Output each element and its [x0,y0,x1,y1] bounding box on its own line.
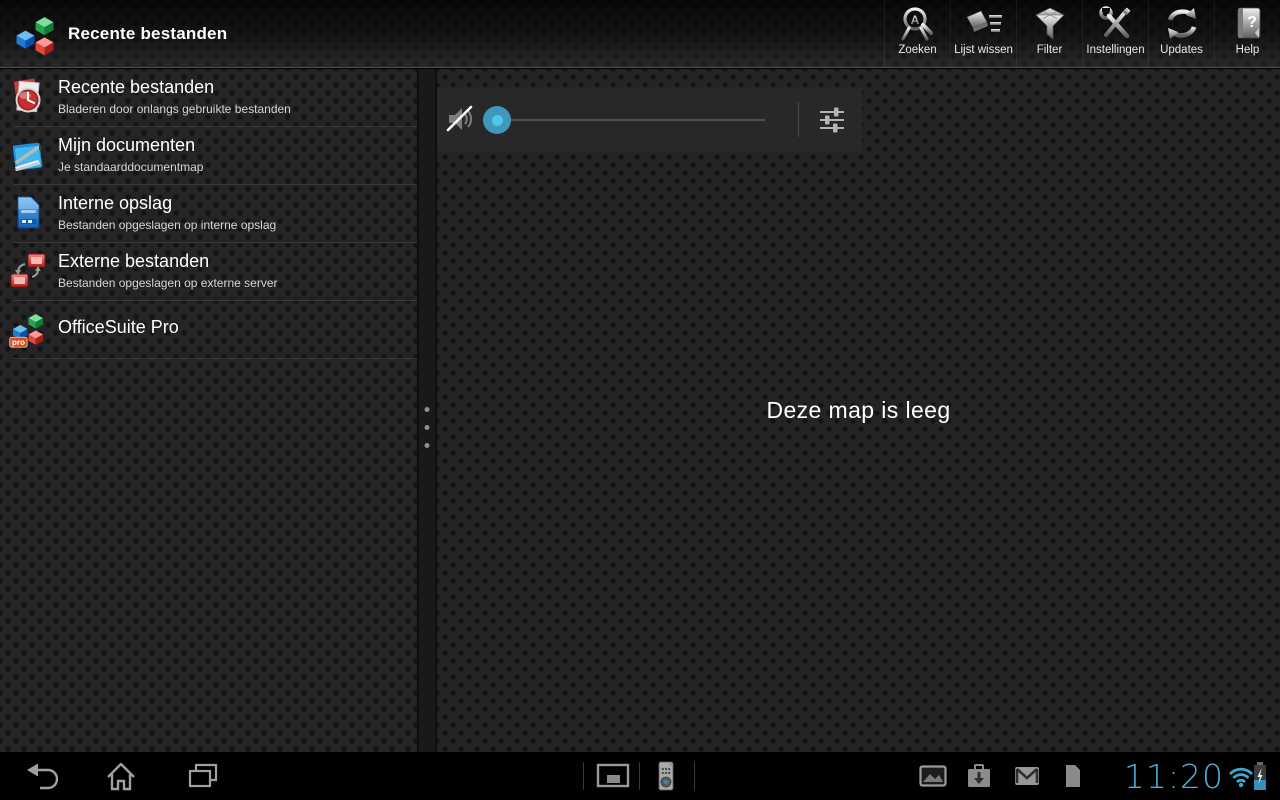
wifi-icon [1228,767,1254,788]
home-button[interactable] [104,760,138,792]
battery-status[interactable] [1252,762,1268,795]
body: Recente bestanden Bladeren door onlangs … [0,69,1280,752]
sidebar-item-title: Externe bestanden [58,251,210,271]
slider-thumb-dot [491,114,503,126]
settings-icon [1096,5,1136,43]
file-list-area: Deze map is leeg [437,69,1280,752]
gmail-icon [1015,767,1039,785]
remote-files-icon [8,251,48,291]
wifi-status[interactable] [1228,764,1254,793]
battery-charging-icon [1254,762,1266,790]
internal-storage-icon [8,193,48,233]
download-icon [968,764,990,787]
settings-button[interactable]: Instellingen [1082,0,1148,68]
sidebar-item-recent-files[interactable]: Recente bestanden Bladeren door onlangs … [0,69,417,126]
officesuite-pro-icon: pro [8,309,48,349]
recent-apps-icon [188,763,218,788]
page-title: Recente bestanden [68,23,228,43]
sidebar-item-title: Interne opslag [58,193,173,213]
filter-button[interactable]: Filter [1016,0,1082,68]
sidebar: Recente bestanden Bladeren door onlangs … [0,69,417,752]
search-button[interactable]: A Zoeken [884,0,950,68]
home-icon [107,762,135,791]
audio-settings-icon[interactable] [819,107,845,133]
action-bar: Recente bestanden A Zoeken Lijst wissen … [0,0,1280,68]
remote-app-button[interactable] [658,761,674,796]
my-documents-icon [8,135,48,175]
action-label: Instellingen [1086,44,1145,56]
gmail-notification[interactable] [1014,766,1040,791]
volume-slider-thumb[interactable] [483,106,511,134]
divider [639,762,640,790]
sidebar-item-internal-storage[interactable]: Interne opslag Bestanden opgeslagen op i… [0,185,417,242]
volume-muted-icon[interactable] [445,104,475,134]
sidebar-item-title: OfficeSuite Pro [58,317,179,337]
divider [798,102,799,137]
volume-slider-track[interactable] [497,119,765,121]
updates-button[interactable]: Updates [1148,0,1214,68]
recent-files-icon [8,77,48,117]
sidebar-item-officesuite-pro[interactable]: pro OfficeSuite Pro [0,301,417,358]
back-button[interactable] [24,760,59,792]
gallery-icon [919,765,947,787]
svg-text:?: ? [1247,14,1257,31]
sidebar-item-title: Recente bestanden [58,77,215,97]
officesuite-logo-icon [12,11,58,57]
drag-handle-dots-icon [424,394,430,461]
action-label: Filter [1036,44,1063,56]
help-button[interactable]: ? Help [1214,0,1280,68]
divider [13,358,417,359]
screenshot-icon [596,763,630,788]
system-bar: 11:20 [0,752,1280,800]
notification-page-icon [1066,765,1080,787]
action-label: Zoeken [898,44,937,56]
search-icon: A [898,5,938,43]
divider [694,762,695,790]
filter-icon [1030,5,1070,43]
sidebar-item-subtitle: Bestanden opgeslagen op interne opslag [58,218,277,232]
action-buttons: A Zoeken Lijst wissen Filter Instellinge… [884,0,1280,68]
sidebar-item-subtitle: Bladeren door onlangs gebruikte bestande… [58,102,291,116]
sidebar-item-remote-files[interactable]: Externe bestanden Bestanden opgeslagen o… [0,243,417,300]
back-icon [27,763,59,790]
volume-popup [437,87,862,152]
sidebar-item-my-documents[interactable]: Mijn documenten Je standaarddocumentmap [0,127,417,184]
action-label: Updates [1160,44,1203,56]
download-notification[interactable] [966,763,992,794]
notification-page[interactable] [1064,765,1080,792]
pane-split-handle[interactable] [417,69,437,752]
status-clock[interactable]: 11:20 [1094,757,1224,796]
sidebar-item-subtitle: Je standaarddocumentmap [58,160,204,174]
svg-text:A: A [910,13,919,27]
remote-app-icon [658,761,674,791]
empty-folder-message: Deze map is leeg [766,397,951,423]
sidebar-item-title: Mijn documenten [58,135,196,155]
help-icon: ? [1228,5,1268,43]
clear-list-button[interactable]: Lijst wissen [950,0,1016,68]
screen: Recente bestanden A Zoeken Lijst wissen … [0,0,1280,800]
sidebar-item-subtitle: Bestanden opgeslagen op externe server [58,276,278,290]
screenshot-button[interactable] [596,763,630,794]
updates-icon [1162,5,1202,43]
action-label: Lijst wissen [954,44,1013,56]
svg-text:pro: pro [12,338,25,347]
clear-list-icon [964,5,1004,43]
divider [583,762,584,790]
action-label: Help [1235,44,1260,56]
gallery-notification[interactable] [919,765,947,792]
recent-apps-button[interactable] [186,760,220,792]
